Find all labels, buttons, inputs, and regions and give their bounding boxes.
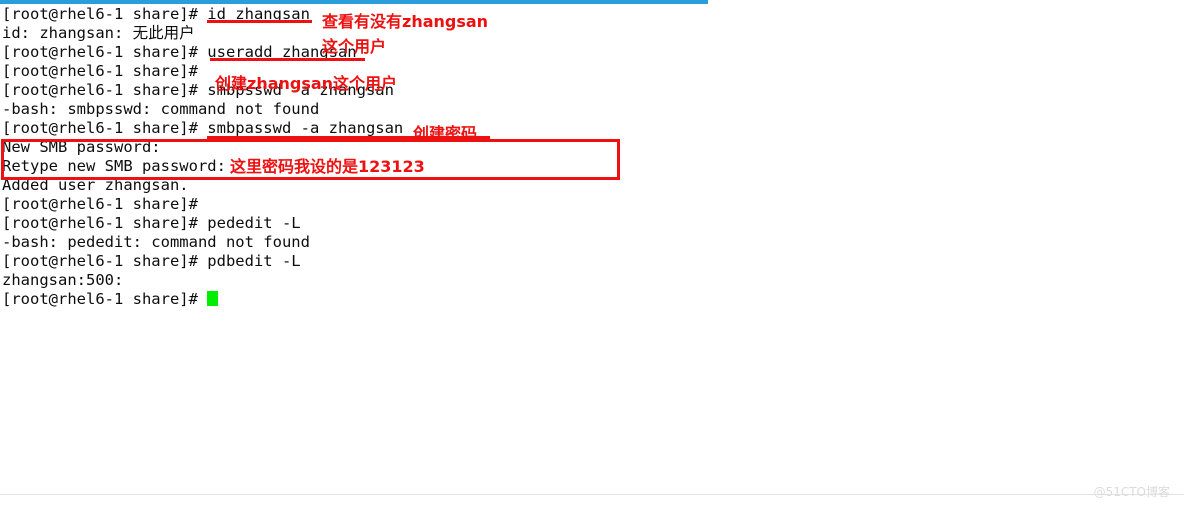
bottom-gray-rule	[0, 494, 1184, 495]
terminal-line: -bash: pededit: command not found	[2, 233, 310, 251]
terminal-line: [root@rhel6-1 share]# pededit -L	[2, 214, 301, 232]
annotation-create-user: 创建zhangsan这个用户	[215, 74, 398, 93]
watermark-label: @51CTO博客	[1093, 485, 1170, 499]
annotation-password-note: 这里密码我设的是123123	[230, 157, 425, 176]
terminal-line-with-cursor: [root@rhel6-1 share]#	[2, 290, 702, 309]
underline-useradd-command	[210, 58, 365, 61]
terminal-line-text: id: zhangsan: 无此用户	[2, 24, 195, 42]
top-blue-rule	[0, 0, 708, 4]
terminal-cursor	[207, 291, 219, 306]
terminal-line: zhangsan:500:	[2, 271, 124, 289]
underline-id-command	[207, 20, 312, 23]
terminal-line: [root@rhel6-1 share]# pdbedit -L	[2, 252, 301, 270]
terminal-prompt: [root@rhel6-1 share]#	[2, 290, 208, 308]
annotation-check-user-line2: 这个用户	[322, 37, 387, 56]
terminal-line: -bash: smbpsswd: command not found	[2, 100, 320, 118]
terminal-line: [root@rhel6-1 share]#	[2, 195, 198, 213]
annotation-check-user-line1: 查看有没有zhangsan	[322, 12, 489, 31]
